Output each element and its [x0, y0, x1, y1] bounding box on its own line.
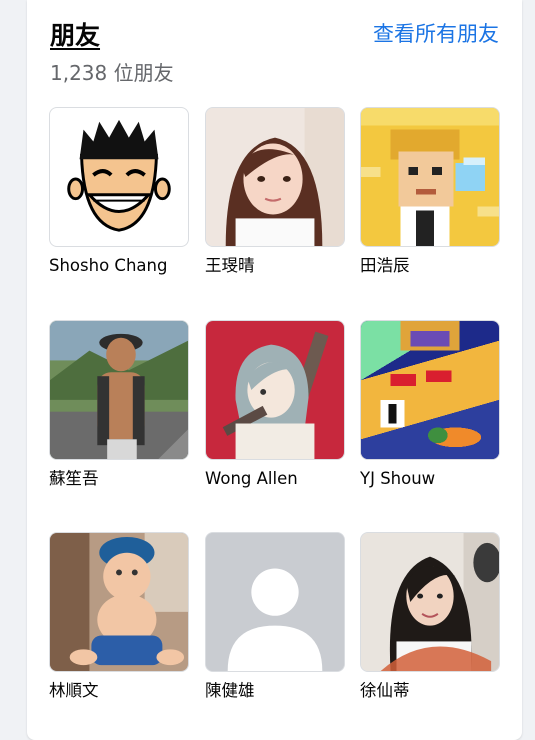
friend-tile[interactable]: YJ Shouw	[360, 320, 500, 490]
friend-tile[interactable]: Wong Allen	[205, 320, 345, 490]
friend-name[interactable]: Wong Allen	[205, 468, 345, 490]
friend-name[interactable]: Shosho Chang	[49, 255, 189, 277]
pixel-art-avatar[interactable]	[360, 107, 500, 247]
woman-portrait-photo[interactable]	[360, 532, 500, 672]
friend-tile[interactable]: 田浩辰	[360, 107, 500, 277]
friend-name[interactable]: 田浩辰	[360, 255, 500, 277]
friend-tile[interactable]: 王琝晴	[205, 107, 345, 277]
friend-name[interactable]: 林順文	[49, 680, 189, 702]
friend-name[interactable]: 陳健雄	[205, 680, 345, 702]
friend-tile[interactable]: 徐仙蒂	[360, 532, 500, 702]
friend-tile[interactable]: 蘇笙吾	[49, 320, 189, 490]
see-all-friends-link[interactable]: 查看所有朋友	[373, 18, 499, 48]
man-outdoor-photo[interactable]	[49, 320, 189, 460]
friends-card: 朋友 1,238 位朋友 查看所有朋友 Shosho Chang 王琝晴 田浩辰…	[27, 0, 522, 740]
default-profile-icon[interactable]	[205, 532, 345, 672]
friends-title-link[interactable]: 朋友	[50, 16, 100, 52]
friend-tile[interactable]: Shosho Chang	[49, 107, 189, 277]
friends-count: 1,238 位朋友	[50, 61, 174, 85]
friend-name[interactable]: YJ Shouw	[360, 468, 500, 490]
baby-photo[interactable]	[49, 532, 189, 672]
friend-tile[interactable]: 陳健雄	[205, 532, 345, 702]
pixel-collage-avatar[interactable]	[360, 320, 500, 460]
anime-illustration[interactable]	[205, 320, 345, 460]
friend-tile[interactable]: 林順文	[49, 532, 189, 702]
woman-photo[interactable]	[205, 107, 345, 247]
friend-name[interactable]: 蘇笙吾	[49, 468, 189, 490]
friend-name[interactable]: 王琝晴	[205, 255, 345, 277]
cartoon-face-icon[interactable]	[49, 107, 189, 247]
friend-name[interactable]: 徐仙蒂	[360, 680, 500, 702]
